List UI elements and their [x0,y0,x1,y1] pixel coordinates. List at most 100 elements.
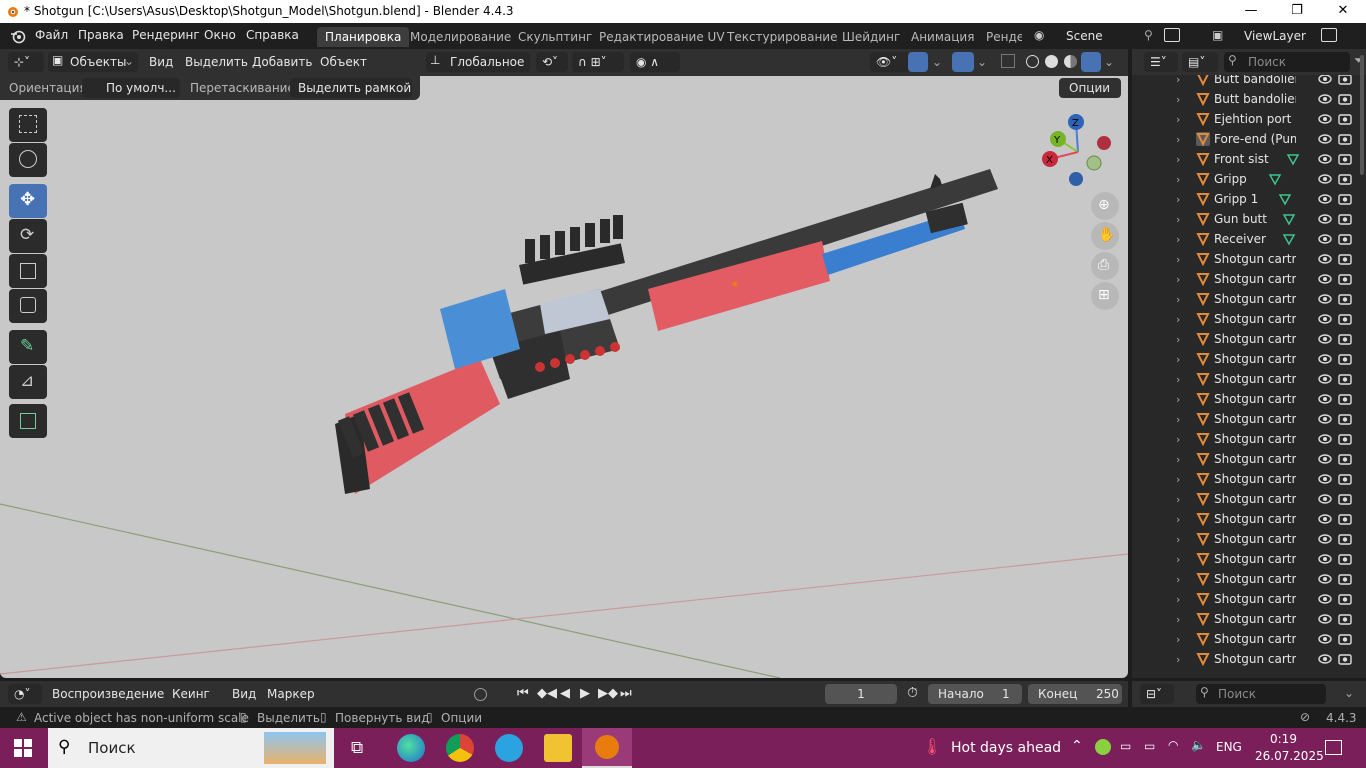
mesh-data-icon[interactable] [1278,192,1292,206]
eye-icon[interactable] [1318,612,1332,626]
transform-orientation-selector[interactable]: ⊥ Глобальное [426,52,530,72]
eye-icon[interactable] [1318,272,1332,286]
mesh-data-icon[interactable] [1282,212,1296,226]
eye-icon[interactable] [1318,412,1332,426]
expand-arrow-icon[interactable]: › [1176,75,1180,86]
render-camera-icon[interactable] [1338,412,1352,426]
gizmo-x-label[interactable]: X [1046,155,1053,166]
add-cube-tool[interactable] [9,404,47,438]
cursor-tool[interactable] [9,143,47,177]
render-camera-icon[interactable] [1338,592,1352,606]
render-camera-icon[interactable] [1338,392,1352,406]
outliner-row[interactable]: › Shotgun cartric [1132,629,1358,649]
tray-chevron-icon[interactable]: ⌃ [1071,738,1083,754]
eye-icon[interactable] [1318,292,1332,306]
outliner-row[interactable]: › Shotgun cartric [1132,389,1358,409]
close-button[interactable]: ✕ [1320,0,1366,23]
tab-modeling[interactable]: Моделирование [402,27,519,47]
outliner-row[interactable]: › Shotgun cartric [1132,429,1358,449]
render-camera-icon[interactable] [1338,332,1352,346]
gizmo-toggle[interactable] [908,52,928,72]
expand-arrow-icon[interactable]: › [1176,593,1180,606]
playback-menu[interactable]: Воспроизведение [52,687,164,701]
outliner-row[interactable]: › Ejehtion port [1132,109,1358,129]
new-viewlayer-icon[interactable] [1321,28,1337,42]
menu-render[interactable]: Рендеринг [132,28,200,42]
expand-arrow-icon[interactable]: › [1176,213,1180,226]
expand-arrow-icon[interactable]: › [1176,413,1180,426]
current-frame-field[interactable]: 1 [825,684,897,704]
jump-end-icon[interactable]: ⏭ [620,686,632,701]
render-camera-icon[interactable] [1338,232,1352,246]
properties-editor-type[interactable]: ⊟˅ [1140,684,1174,704]
xray-icon[interactable] [1001,54,1015,68]
expand-arrow-icon[interactable]: › [1176,633,1180,646]
measure-tool[interactable]: ⊿ [9,365,47,399]
menu-help[interactable]: Справка [246,28,299,42]
outliner-row[interactable]: › Shotgun cartric [1132,509,1358,529]
render-camera-icon[interactable] [1338,632,1352,646]
zoom-button[interactable]: ⊕ [1091,192,1119,220]
expand-arrow-icon[interactable]: › [1176,613,1180,626]
editor-type-selector[interactable]: ⊹˅ [8,52,44,72]
expand-arrow-icon[interactable]: › [1176,93,1180,106]
outliner-search[interactable]: ⚲ Поиск [1224,52,1350,72]
blender-menu-icon[interactable] [10,28,26,44]
properties-search[interactable]: ⚲ Поиск [1196,684,1326,704]
pivot-selector[interactable]: ⟲˅ [536,52,568,72]
render-camera-icon[interactable] [1338,452,1352,466]
menu-window[interactable]: Окно [204,28,236,42]
render-camera-icon[interactable] [1338,372,1352,386]
drag-dropdown[interactable]: Выделить рамкой [290,78,412,98]
outliner-row[interactable]: › Shotgun cartric [1132,529,1358,549]
expand-arrow-icon[interactable]: › [1176,133,1180,146]
eye-icon[interactable] [1318,172,1332,186]
outliner-row[interactable]: › Butt bandolier.0 [1132,75,1358,89]
outliner-row[interactable]: › Shotgun cartric [1132,329,1358,349]
new-scene-icon[interactable] [1164,28,1180,42]
expand-arrow-icon[interactable]: › [1176,433,1180,446]
menu-view[interactable]: Вид [149,55,173,69]
chrome-icon[interactable] [446,734,474,762]
render-camera-icon[interactable] [1338,192,1352,206]
display-mode-selector[interactable]: ▤˅ [1182,52,1218,72]
outliner-row[interactable]: › Receiver [1132,229,1358,249]
end-frame-field[interactable]: Конец 250 [1028,684,1122,704]
expand-arrow-icon[interactable]: › [1176,313,1180,326]
outliner-row[interactable]: › Gun butt [1132,209,1358,229]
render-camera-icon[interactable] [1338,552,1352,566]
outliner-row[interactable]: › Fore-end (Pum [1132,129,1358,149]
expand-arrow-icon[interactable]: › [1176,553,1180,566]
eye-icon[interactable] [1318,312,1332,326]
tab-animation[interactable]: Анимация [903,27,982,47]
tab-texture-paint[interactable]: Текстурирование [719,27,845,47]
eye-icon[interactable] [1318,432,1332,446]
expand-arrow-icon[interactable]: › [1176,153,1180,166]
render-camera-icon[interactable] [1338,492,1352,506]
tab-uv-editing[interactable]: Редактирование UV [591,27,733,47]
camera-view-button[interactable]: ⎙ [1091,252,1119,280]
render-camera-icon[interactable] [1338,112,1352,126]
render-camera-icon[interactable] [1338,92,1352,106]
expand-arrow-icon[interactable]: › [1176,493,1180,506]
eye-icon[interactable] [1318,212,1332,226]
expand-arrow-icon[interactable]: › [1176,233,1180,246]
overlay-toggle[interactable] [952,52,974,72]
render-camera-icon[interactable] [1338,272,1352,286]
select-box-tool[interactable] [9,108,47,142]
outliner-row[interactable]: › Shotgun cartric [1132,409,1358,429]
outliner-row[interactable]: › Shotgun cartric [1132,349,1358,369]
eye-icon[interactable] [1318,472,1332,486]
notifications-icon[interactable] [1325,740,1342,755]
menu-file[interactable]: Файл [35,28,68,42]
maximize-button[interactable]: ❐ [1274,0,1320,23]
outliner-row[interactable]: › Butt bandolier.0 [1132,89,1358,109]
render-camera-icon[interactable] [1338,132,1352,146]
expand-arrow-icon[interactable]: › [1176,533,1180,546]
weather-text[interactable]: Hot days ahead [951,740,1061,756]
render-camera-icon[interactable] [1338,172,1352,186]
eye-icon[interactable] [1318,332,1332,346]
outliner-editor-type[interactable]: ☰˅ [1144,52,1178,72]
eye-icon[interactable] [1318,572,1332,586]
file-explorer-icon[interactable] [544,734,572,762]
